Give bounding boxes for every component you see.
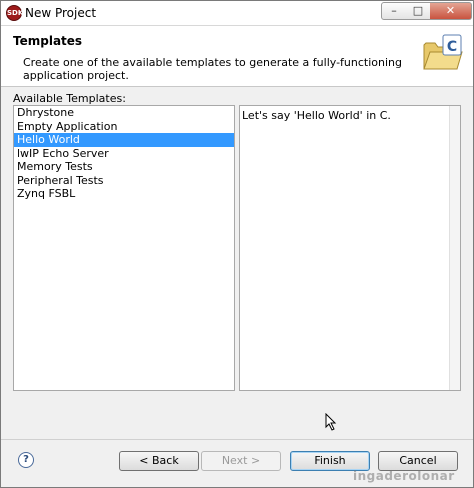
maximize-icon: □ <box>412 4 424 17</box>
back-button[interactable]: < Back <box>119 451 199 471</box>
template-list-item[interactable]: Peripheral Tests <box>14 174 234 188</box>
close-icon: ✕ <box>445 4 456 17</box>
new-c-project-folder-icon: C <box>423 34 463 70</box>
minimize-button[interactable]: – <box>381 2 407 20</box>
template-list-item[interactable]: Hello World <box>14 133 234 147</box>
watermark: ingaderolonar <box>353 469 455 483</box>
window-title: New Project <box>25 6 97 20</box>
svg-text:C: C <box>447 39 457 55</box>
mouse-cursor-icon <box>325 413 337 431</box>
template-list-item[interactable]: Empty Application <box>14 120 234 134</box>
template-description-text: Let's say 'Hello World' in C. <box>242 109 391 122</box>
maximize-button[interactable]: □ <box>406 2 431 20</box>
wizard-header: Templates Create one of the available te… <box>1 26 473 87</box>
title-bar[interactable]: SDK New Project – □ ✕ <box>1 1 473 26</box>
available-templates-label: Available Templates: <box>13 92 126 105</box>
template-description-panel: Let's say 'Hello World' in C. <box>239 105 461 391</box>
description-scrollbar[interactable] <box>449 106 460 390</box>
footer-divider <box>1 439 473 440</box>
new-project-dialog: SDK New Project – □ ✕ Templates Create o… <box>0 0 474 488</box>
finish-button[interactable]: Finish <box>290 451 370 471</box>
help-icon[interactable]: ? <box>18 452 34 468</box>
page-description: Create one of the available templates to… <box>23 56 402 82</box>
page-title: Templates <box>13 34 83 48</box>
close-button[interactable]: ✕ <box>430 2 472 20</box>
template-list-item[interactable]: Dhrystone <box>14 106 234 120</box>
next-button[interactable]: Next > <box>201 451 281 471</box>
template-list-item[interactable]: lwIP Echo Server <box>14 147 234 161</box>
minimize-icon: – <box>391 4 397 17</box>
templates-list[interactable]: Dhrystone Empty Application Hello World lwI… <box>13 105 235 391</box>
cancel-button[interactable]: Cancel <box>378 451 458 471</box>
sdk-app-icon: SDK <box>6 5 23 21</box>
template-list-item[interactable]: Zynq FSBL <box>14 187 234 201</box>
template-list-item[interactable]: Memory Tests <box>14 160 234 174</box>
